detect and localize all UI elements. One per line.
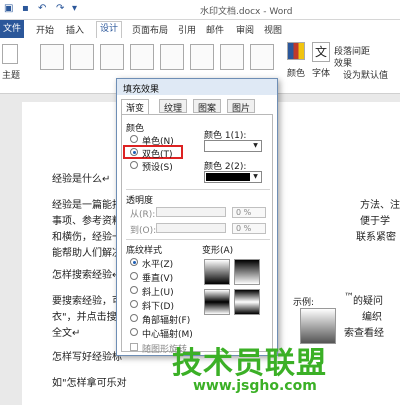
from-spinner[interactable]: 0 % bbox=[232, 207, 266, 218]
chevron-down-icon: ▼ bbox=[253, 173, 258, 180]
two-colors-label[interactable]: 双色(T) bbox=[142, 147, 173, 160]
doc-text-fragment: 编织 bbox=[362, 312, 382, 323]
from-slider[interactable] bbox=[156, 207, 226, 217]
color1-swatch bbox=[206, 142, 250, 150]
sample-label: 示例: bbox=[293, 298, 315, 308]
style-set-thumbnail[interactable] bbox=[190, 44, 214, 70]
style-set-thumbnail[interactable] bbox=[70, 44, 94, 70]
dialog-title: 填充效果 bbox=[117, 79, 277, 95]
doc-heading: 怎样写好经验标 bbox=[52, 352, 122, 363]
style-set-thumbnail[interactable] bbox=[220, 44, 244, 70]
transparency-group-label: 透明度 bbox=[126, 196, 154, 206]
style-set-thumbnail[interactable] bbox=[250, 44, 274, 70]
tab-picture[interactable]: 图片 bbox=[227, 99, 256, 114]
diagonal-up-label[interactable]: 斜上(U) bbox=[142, 285, 174, 298]
from-corner-label[interactable]: 角部辐射(F) bbox=[142, 313, 190, 326]
themes-gallery-icon[interactable] bbox=[2, 44, 18, 64]
tab-file[interactable]: 文件 bbox=[0, 20, 24, 38]
from-center-radio[interactable] bbox=[130, 328, 138, 336]
variants-label: 变形(A) bbox=[202, 246, 234, 256]
one-color-radio[interactable] bbox=[130, 135, 138, 143]
doc-text-line: 如"怎样拿可乐对 bbox=[52, 378, 127, 389]
style-set-thumbnail[interactable] bbox=[40, 44, 64, 70]
doc-text-fragment: 联系紧密 bbox=[356, 232, 396, 243]
save-icon[interactable]: ▪ bbox=[22, 3, 29, 14]
doc-text-fragment: 索查看经 bbox=[344, 328, 384, 339]
fill-effects-dialog: 填充效果 渐变 纹理 图案 图片 颜色 单色(N) 双色(T) 预设(S) 颜色… bbox=[116, 78, 278, 356]
tab-pattern[interactable]: 图案 bbox=[193, 99, 222, 114]
chevron-down-icon: ▼ bbox=[253, 142, 258, 149]
gradient-tab-panel: 颜色 单色(N) 双色(T) 预设(S) 颜色 1(1): ▼ 颜色 2(2):… bbox=[121, 114, 273, 355]
two-colors-radio[interactable] bbox=[130, 148, 138, 156]
fonts-icon[interactable]: 文 bbox=[312, 42, 330, 62]
window-title: 水印文档.docx - Word bbox=[200, 7, 293, 17]
themes-label[interactable]: 主题 bbox=[2, 68, 20, 81]
variant-2[interactable] bbox=[234, 259, 260, 285]
tab-mailings[interactable]: 邮件 bbox=[206, 23, 224, 36]
redo-icon[interactable]: ↷ bbox=[56, 3, 64, 14]
tab-page-layout[interactable]: 页面布局 bbox=[132, 23, 168, 36]
to-spinner[interactable]: 0 % bbox=[232, 223, 266, 234]
horizontal-radio[interactable] bbox=[130, 258, 138, 266]
colors-palette-icon[interactable] bbox=[287, 42, 305, 60]
from-corner-radio[interactable] bbox=[130, 314, 138, 322]
colors-group-label: 颜色 bbox=[126, 124, 145, 134]
horizontal-label[interactable]: 水平(Z) bbox=[142, 257, 173, 270]
diagonal-down-label[interactable]: 斜下(D) bbox=[142, 299, 174, 312]
set-default-label[interactable]: 设为默认值 bbox=[343, 68, 388, 81]
to-slider[interactable] bbox=[156, 223, 226, 233]
from-label: 从(R): bbox=[130, 210, 156, 220]
doc-heading: 经验是什么↵ bbox=[52, 174, 111, 185]
tab-design[interactable]: 设计 bbox=[96, 21, 123, 38]
tab-texture[interactable]: 纹理 bbox=[159, 99, 188, 114]
tab-insert[interactable]: 插入 bbox=[66, 23, 84, 36]
tab-gradient[interactable]: 渐变 bbox=[121, 99, 150, 115]
watermark-text: 技术员联盟 bbox=[172, 346, 327, 381]
doc-text-fragment: 便于学 bbox=[360, 216, 390, 227]
style-set-thumbnail[interactable] bbox=[160, 44, 184, 70]
preset-label[interactable]: 预设(S) bbox=[142, 160, 173, 173]
tab-review[interactable]: 审阅 bbox=[236, 23, 254, 36]
tab-view[interactable]: 视图 bbox=[264, 23, 282, 36]
doc-text-line: 全文↵ bbox=[52, 328, 81, 339]
rotate-with-shape-checkbox[interactable] bbox=[130, 343, 138, 351]
title-bar: ▣ ▪ ↶ ↷ ▾ 水印文档.docx - Word bbox=[0, 0, 400, 20]
tab-home[interactable]: 开始 bbox=[36, 23, 54, 36]
variant-1[interactable] bbox=[204, 259, 230, 285]
vertical-label[interactable]: 垂直(V) bbox=[142, 271, 173, 284]
fonts-label[interactable]: 字体 bbox=[312, 66, 330, 79]
style-set-thumbnail[interactable] bbox=[100, 44, 124, 70]
variant-4[interactable] bbox=[234, 289, 260, 315]
color1-dropdown[interactable]: ▼ bbox=[204, 140, 262, 152]
style-set-thumbnail[interactable] bbox=[130, 44, 154, 70]
watermark-url: www.jsgho.com bbox=[193, 378, 317, 394]
divider bbox=[126, 189, 270, 190]
doc-text-fragment: 方法、注 bbox=[360, 200, 400, 211]
doc-heading: 怎样搜索经验↵ bbox=[52, 270, 121, 281]
tab-references[interactable]: 引用 bbox=[178, 23, 196, 36]
diagonal-down-radio[interactable] bbox=[130, 300, 138, 308]
preset-radio[interactable] bbox=[130, 161, 138, 169]
doc-text-fragment: 的疑问 bbox=[353, 296, 383, 307]
color2-dropdown[interactable]: ▼ bbox=[204, 171, 262, 183]
doc-text-fragment: ™ bbox=[344, 292, 354, 303]
undo-icon[interactable]: ↶ bbox=[38, 3, 46, 14]
to-label: 到(O): bbox=[130, 226, 157, 236]
shading-styles-label: 底纹样式 bbox=[126, 246, 163, 256]
colors-label[interactable]: 颜色 bbox=[287, 66, 305, 79]
color2-swatch bbox=[206, 173, 250, 181]
vertical-radio[interactable] bbox=[130, 272, 138, 280]
variant-3[interactable] bbox=[204, 289, 230, 315]
divider bbox=[126, 239, 270, 240]
quick-access-customize-icon[interactable]: ▾ bbox=[72, 3, 77, 14]
ribbon-tabs: 开始 插入 设计 页面布局 引用 邮件 审阅 视图 bbox=[0, 20, 400, 38]
word-logo-icon: ▣ bbox=[4, 3, 14, 14]
diagonal-up-radio[interactable] bbox=[130, 286, 138, 294]
